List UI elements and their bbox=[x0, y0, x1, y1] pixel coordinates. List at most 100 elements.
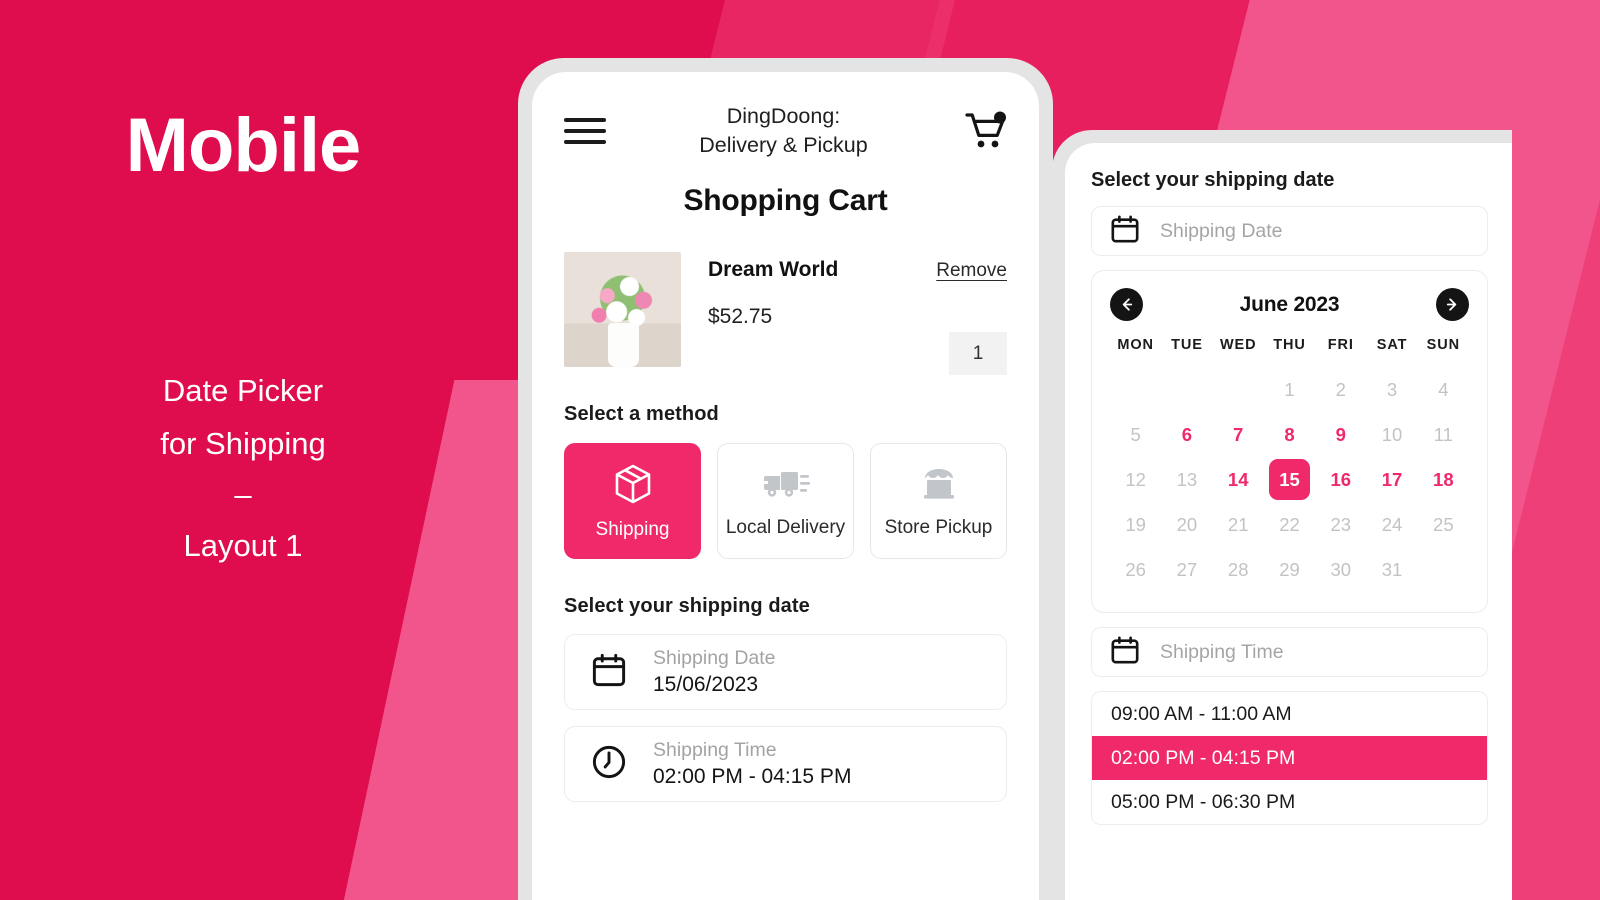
calendar-day-18[interactable]: 18 bbox=[1418, 457, 1469, 502]
shipping-date-value: 15/06/2023 bbox=[653, 672, 759, 696]
calendar-day-1: 1 bbox=[1284, 378, 1295, 400]
calendar-day-13: 13 bbox=[1176, 468, 1198, 490]
caption-subtitle-line-3: – bbox=[234, 476, 252, 512]
calendar-day-9[interactable]: 9 bbox=[1315, 412, 1366, 457]
app-title-line-1: DingDoong: bbox=[726, 104, 841, 129]
caption-subtitle-line-1: Date Picker bbox=[162, 373, 324, 408]
calendar-day-22: 22 bbox=[1279, 513, 1300, 535]
time-slot-2[interactable]: 02:00 PM - 04:15 PM bbox=[1092, 736, 1487, 780]
shipping-time-field[interactable]: Shipping Time 02:00 PM - 04:15 PM bbox=[564, 726, 1007, 802]
shopping-cart-icon[interactable] bbox=[961, 111, 1007, 151]
date-section-label: Select your shipping date bbox=[564, 595, 810, 617]
calendar-day-3: 3 bbox=[1386, 378, 1398, 400]
shipping-time-value: 02:00 PM - 04:15 PM bbox=[653, 764, 852, 788]
calendar-icon bbox=[591, 652, 627, 693]
calendar-day-6[interactable]: 6 bbox=[1161, 412, 1212, 457]
calendar-day-16[interactable]: 16 bbox=[1315, 457, 1366, 502]
calendar-day-31: 31 bbox=[1381, 558, 1403, 580]
calendar-day-28: 28 bbox=[1227, 558, 1249, 580]
app-topbar: DingDoong: Delivery & Pickup bbox=[564, 100, 1007, 162]
page-title: Shopping Cart bbox=[683, 184, 888, 217]
delivery-truck-icon bbox=[762, 464, 810, 509]
calendar-weekday-mon: MON bbox=[1117, 337, 1154, 353]
shipping-time-placeholder: Shipping Time bbox=[653, 738, 777, 761]
calendar-day-30: 30 bbox=[1330, 558, 1352, 580]
caption-block: Mobile Date Picker for Shipping – Layout… bbox=[0, 0, 486, 900]
quantity-input[interactable]: 1 bbox=[949, 332, 1007, 375]
arrow-left-circle-icon[interactable] bbox=[1110, 288, 1143, 321]
calendar-day-23: 23 bbox=[1330, 513, 1352, 535]
panel-shipping-date-placeholder: Shipping Date bbox=[1160, 219, 1283, 242]
time-slot-1[interactable]: 09:00 AM - 11:00 AM bbox=[1092, 692, 1487, 736]
calendar-weekday-thu: THU bbox=[1273, 337, 1306, 353]
calendar-day-10: 10 bbox=[1381, 423, 1403, 445]
time-slot-3[interactable]: 05:00 PM - 06:30 PM bbox=[1092, 780, 1487, 824]
calendar-weekday-sun: SUN bbox=[1426, 337, 1460, 353]
package-box-icon bbox=[611, 462, 655, 511]
calendar-day-29: 29 bbox=[1279, 558, 1300, 580]
calendar-header: June 2023 bbox=[1110, 288, 1469, 321]
panel-shipping-time-placeholder: Shipping Time bbox=[1160, 640, 1284, 663]
calendar-day-21: 21 bbox=[1227, 513, 1249, 535]
app-title: DingDoong: Delivery & Pickup bbox=[606, 102, 961, 160]
caption-subtitle-line-4: Layout 1 bbox=[183, 527, 303, 563]
calendar-day-19: 19 bbox=[1125, 513, 1146, 535]
calendar-day-24: 24 bbox=[1381, 513, 1403, 535]
calendar-grid: MON TUE WED THU FRI SAT SUN 1 2 3 4 5 6 7 8 9 10 11 12 13 14… bbox=[1110, 337, 1469, 592]
caption-subtitle-line-2: for Shipping bbox=[160, 426, 326, 462]
calendar-day-14[interactable]: 14 bbox=[1213, 457, 1264, 502]
product-image bbox=[564, 252, 681, 367]
calendar-day-17[interactable]: 17 bbox=[1366, 457, 1417, 502]
calendar-day-4: 4 bbox=[1438, 378, 1449, 400]
shipping-date-placeholder: Shipping Date bbox=[653, 646, 776, 669]
panel-shipping-date-field[interactable]: Shipping Date bbox=[1091, 206, 1488, 256]
datepicker-panel-frame: Select your shipping date Shipping Date bbox=[1052, 130, 1512, 900]
calendar-day-11: 11 bbox=[1433, 423, 1453, 445]
datepicker-panel-screen: Select your shipping date Shipping Date bbox=[1065, 143, 1512, 900]
app-title-line-2: Delivery & Pickup bbox=[699, 133, 868, 157]
phone-mockup-frame: DingDoong: Delivery & Pickup Shopping Ca… bbox=[518, 58, 1053, 900]
method-section-label: Select a method bbox=[564, 403, 719, 425]
method-option-local-delivery[interactable]: Local Delivery bbox=[717, 443, 854, 559]
calendar-weekday-tue: TUE bbox=[1171, 337, 1203, 353]
calendar-day-12: 12 bbox=[1125, 468, 1146, 490]
product-name: Dream World bbox=[708, 258, 839, 281]
calendar-icon bbox=[1110, 214, 1140, 249]
hamburger-menu-icon[interactable] bbox=[564, 118, 606, 144]
product-price: $52.75 bbox=[708, 305, 773, 328]
calendar-day-25: 25 bbox=[1433, 513, 1454, 535]
phone-screen: DingDoong: Delivery & Pickup Shopping Ca… bbox=[532, 72, 1039, 900]
panel-shipping-time-field[interactable]: Shipping Time bbox=[1091, 627, 1488, 677]
time-slot-list: 09:00 AM - 11:00 AM 02:00 PM - 04:15 PM 05… bbox=[1091, 691, 1488, 825]
calendar-day-2: 2 bbox=[1335, 378, 1346, 400]
arrow-right-circle-icon[interactable] bbox=[1435, 288, 1469, 321]
method-label-shipping: Shipping bbox=[595, 518, 670, 540]
slide-canvas: Mobile Date Picker for Shipping – Layout… bbox=[0, 0, 1600, 900]
caption-subtitle: Date Picker for Shipping – Layout 1 bbox=[160, 364, 325, 572]
method-label-local-delivery: Local Delivery bbox=[725, 516, 846, 538]
product-info: Dream World $52.75 bbox=[708, 252, 838, 367]
shipping-method-group: Shipping Local Delivery Store Pickup bbox=[564, 443, 1007, 559]
calendar-weekday-sat: SAT bbox=[1376, 337, 1408, 353]
calendar-weekday-wed: WED bbox=[1219, 337, 1257, 353]
calendar-day-27: 27 bbox=[1176, 558, 1198, 580]
calendar-day-15[interactable]: 15 bbox=[1264, 457, 1315, 502]
cart-item-row: Dream World $52.75 Remove 1 bbox=[564, 252, 1007, 375]
method-label-store-pickup: Store Pickup bbox=[884, 516, 993, 538]
remove-item-link[interactable]: Remove bbox=[936, 260, 1007, 282]
calendar-widget: June 2023 MON TUE WED THU FRI SAT SUN 1 2 3 4 5 6 7 8 9… bbox=[1091, 270, 1488, 613]
calendar-day-7[interactable]: 7 bbox=[1213, 412, 1264, 457]
calendar-month-label: June 2023 bbox=[1239, 292, 1340, 316]
calendar-day-5: 5 bbox=[1130, 423, 1141, 445]
storefront-icon bbox=[917, 464, 961, 509]
calendar-icon bbox=[1110, 635, 1140, 670]
shipping-date-field[interactable]: Shipping Date 15/06/2023 bbox=[564, 634, 1007, 710]
caption-title: Mobile bbox=[125, 103, 362, 188]
calendar-day-26: 26 bbox=[1125, 558, 1146, 580]
calendar-weekday-fri: FRI bbox=[1327, 337, 1354, 353]
method-option-shipping[interactable]: Shipping bbox=[564, 443, 701, 559]
method-option-store-pickup[interactable]: Store Pickup bbox=[870, 443, 1007, 559]
calendar-day-8[interactable]: 8 bbox=[1264, 412, 1315, 457]
clock-icon bbox=[591, 744, 627, 785]
panel-section-label: Select your shipping date bbox=[1091, 169, 1335, 191]
